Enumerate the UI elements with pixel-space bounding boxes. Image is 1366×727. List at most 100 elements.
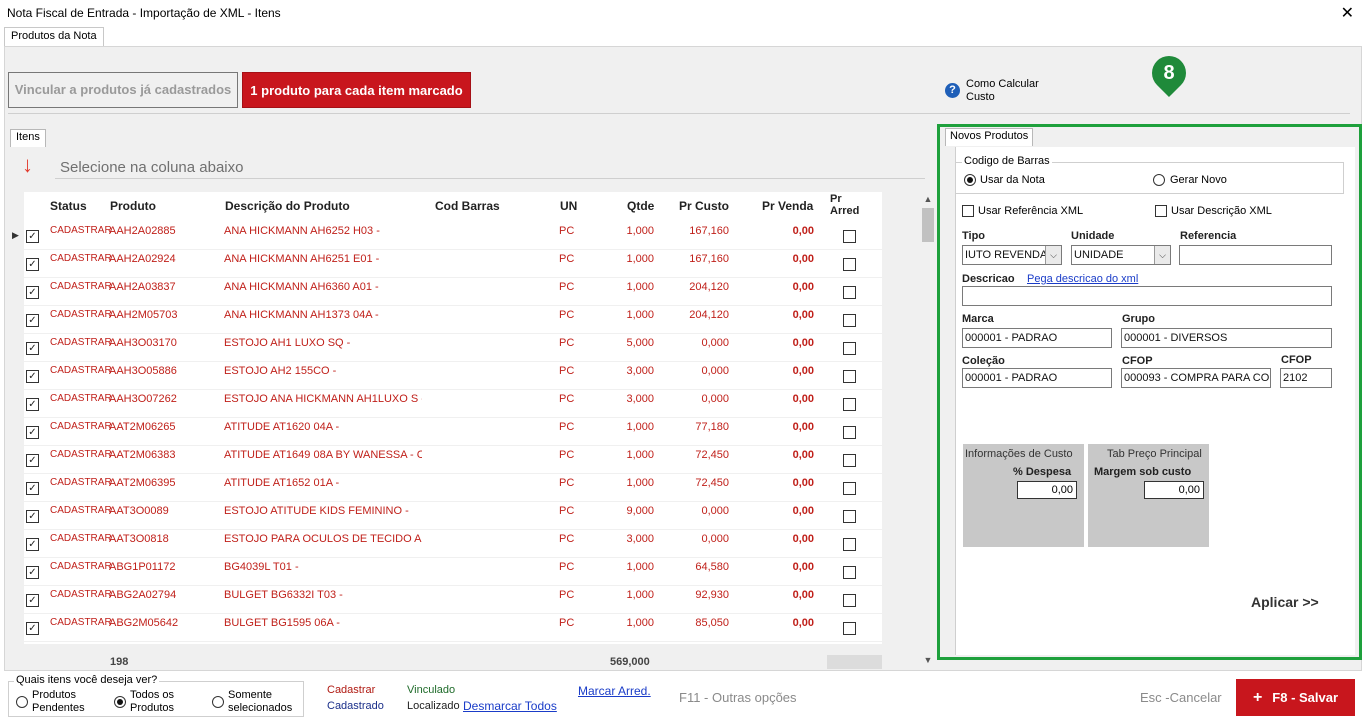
row-arred-checkbox[interactable] <box>843 454 856 467</box>
row-pr-custo: 85,050 <box>695 617 729 629</box>
col-header-descricao[interactable]: Descrição do Produto <box>225 199 350 213</box>
row-qtde: 1,000 <box>626 617 654 629</box>
row-select-checkbox[interactable]: ✓ <box>26 510 39 523</box>
row-produto: AAT2M06265 <box>109 421 176 433</box>
row-select-checkbox[interactable]: ✓ <box>26 314 39 327</box>
row-status: CADASTRAR <box>50 253 112 264</box>
row-arred-checkbox[interactable] <box>843 342 856 355</box>
row-produto: AAH3O05886 <box>109 365 177 377</box>
desmarcar-todos-link[interactable]: Desmarcar Todos <box>463 699 557 713</box>
col-header-un[interactable]: UN <box>560 199 577 213</box>
table-row[interactable]: ✓ CADASTRAR AAH2A03837 ANA HICKMANN AH6360 … <box>24 278 882 306</box>
save-button[interactable]: + F8 - Salvar <box>1236 679 1355 716</box>
row-arred-checkbox[interactable] <box>843 538 856 551</box>
table-row[interactable]: ✓ CADASTRAR AAH3O07262 ESTOJO ANA HICKMANN … <box>24 390 882 418</box>
col-header-qtde[interactable]: Qtde <box>627 199 654 213</box>
col-header-cod-barras[interactable]: Cod Barras <box>435 199 500 213</box>
filter-pendentes-label[interactable]: Produtos Pendentes <box>32 689 85 715</box>
table-row[interactable]: ✓ CADASTRAR AAT2M06265 ATITUDE AT1620 04A -… <box>24 418 882 446</box>
table-row[interactable]: ✓ CADASTRAR AAH3O03170 ESTOJO AH1 LUXO SQ -… <box>24 334 882 362</box>
row-select-checkbox[interactable]: ✓ <box>26 286 39 299</box>
grid-scrollbar[interactable] <box>920 192 936 668</box>
window-title: Nota Fiscal de Entrada - Importação de X… <box>7 6 281 20</box>
one-product-per-item-button[interactable]: 1 produto para cada item marcado <box>242 72 471 108</box>
divider <box>8 113 1350 114</box>
row-select-checkbox[interactable]: ✓ <box>26 230 39 243</box>
col-header-pr-custo[interactable]: Pr Custo <box>679 199 729 213</box>
scroll-thumb[interactable] <box>922 208 934 242</box>
row-arred-checkbox[interactable] <box>843 622 856 635</box>
row-qtde: 9,000 <box>626 505 654 517</box>
tab-itens[interactable]: Itens <box>10 129 46 147</box>
table-row[interactable]: ✓ CADASTRAR ABG2M05642 BULGET BG1595 06A - P… <box>24 614 882 642</box>
row-status: CADASTRAR <box>50 225 112 236</box>
table-row[interactable]: ✓ CADASTRAR AAT2M06395 ATITUDE AT1652 01A -… <box>24 474 882 502</box>
row-arred-checkbox[interactable] <box>843 258 856 271</box>
row-arred-checkbox[interactable] <box>843 426 856 439</box>
table-row[interactable]: ▶ ✓ CADASTRAR AAH2A02885 ANA HICKMANN AH6252… <box>12 222 882 250</box>
outras-opcoes-button[interactable]: F11 - Outras opções <box>679 690 797 705</box>
close-icon[interactable]: ✕ <box>1341 3 1354 23</box>
row-select-checkbox[interactable]: ✓ <box>26 622 39 635</box>
filter-selecionados-radio[interactable] <box>212 696 224 708</box>
table-row[interactable]: ✓ CADASTRAR AAT3O0818 ESTOJO PARA OCULOS DE… <box>24 530 882 558</box>
col-header-pr-venda[interactable]: Pr Venda <box>762 199 813 213</box>
table-row[interactable]: ✓ CADASTRAR AAH2A02924 ANA HICKMANN AH6251 … <box>24 250 882 278</box>
row-arred-checkbox[interactable] <box>843 230 856 243</box>
table-row[interactable]: ✓ CADASTRAR AAT2M06383 ATITUDE AT1649 08A B… <box>24 446 882 474</box>
row-arred-checkbox[interactable] <box>843 482 856 495</box>
row-select-checkbox[interactable]: ✓ <box>26 342 39 355</box>
row-select-checkbox[interactable]: ✓ <box>26 398 39 411</box>
row-pr-custo: 72,450 <box>695 477 729 489</box>
row-select-checkbox[interactable]: ✓ <box>26 566 39 579</box>
row-arred-checkbox[interactable] <box>843 370 856 383</box>
cancel-button[interactable]: Esc -Cancelar <box>1140 690 1222 705</box>
table-row[interactable]: ✓ CADASTRAR ABG2A02794 BULGET BG6332I T03 -… <box>24 586 882 614</box>
scroll-down-icon[interactable]: ▼ <box>920 655 936 669</box>
row-select-checkbox[interactable]: ✓ <box>26 370 39 383</box>
row-produto: ABG2A02794 <box>109 589 177 601</box>
filter-selecionados-label[interactable]: Somente selecionados <box>228 689 292 715</box>
row-descricao: BULGET BG1595 06A - <box>224 617 340 629</box>
row-produto: AAH2A03837 <box>109 281 176 293</box>
table-row[interactable]: ✓ CADASTRAR ABG1P01172 BG4039L T01 - PC 1,000… <box>24 558 882 586</box>
row-pr-venda: 0,00 <box>792 421 814 433</box>
row-arred-checkbox[interactable] <box>843 594 856 607</box>
col-header-status[interactable]: Status <box>50 199 87 213</box>
row-select-checkbox[interactable]: ✓ <box>26 426 39 439</box>
help-icon[interactable]: ? <box>945 83 960 98</box>
row-arred-checkbox[interactable] <box>843 286 856 299</box>
row-descricao: ESTOJO AH1 LUXO SQ - <box>224 337 351 349</box>
row-pr-venda: 0,00 <box>792 309 814 321</box>
row-select-checkbox[interactable]: ✓ <box>26 594 39 607</box>
row-pr-venda: 0,00 <box>792 589 814 601</box>
marcar-arred-link[interactable]: Marcar Arred. <box>578 684 651 698</box>
row-pr-custo: 0,000 <box>701 337 729 349</box>
como-calcular-custo-link[interactable]: Como Calcular Custo <box>966 78 1039 104</box>
row-un: PC <box>559 477 575 489</box>
row-arred-checkbox[interactable] <box>843 314 856 327</box>
save-label: F8 - Salvar <box>1272 690 1339 705</box>
row-un: PC <box>559 421 575 433</box>
row-select-checkbox[interactable]: ✓ <box>26 482 39 495</box>
table-row[interactable]: ✓ CADASTRAR AAT3O0089 ESTOJO ATITUDE KIDS F… <box>24 502 882 530</box>
row-qtde: 1,000 <box>626 589 654 601</box>
tab-produtos-da-nota[interactable]: Produtos da Nota <box>4 27 104 46</box>
col-header-produto[interactable]: Produto <box>110 199 156 213</box>
filter-todos-radio[interactable] <box>114 696 126 708</box>
row-arred-checkbox[interactable] <box>843 510 856 523</box>
row-select-checkbox[interactable]: ✓ <box>26 258 39 271</box>
col-header-pr-arred[interactable]: Pr Arred <box>830 193 859 217</box>
row-select-checkbox[interactable]: ✓ <box>26 538 39 551</box>
scroll-up-icon[interactable]: ▲ <box>920 194 936 208</box>
vincular-button[interactable]: Vincular a produtos já cadastrados <box>8 72 238 108</box>
table-row[interactable]: ✓ CADASTRAR AAH2M05703 ANA HICKMANN AH1373 … <box>24 306 882 334</box>
row-produto: ABG1P01172 <box>109 561 176 573</box>
table-row[interactable]: ✓ CADASTRAR AAH3O05886 ESTOJO AH2 155CO - PC… <box>24 362 882 390</box>
row-arred-checkbox[interactable] <box>843 398 856 411</box>
row-arred-checkbox[interactable] <box>843 566 856 579</box>
filter-todos-label[interactable]: Todos os Produtos <box>130 689 174 715</box>
row-produto: AAT3O0818 <box>109 533 169 545</box>
filter-pendentes-radio[interactable] <box>16 696 28 708</box>
row-select-checkbox[interactable]: ✓ <box>26 454 39 467</box>
